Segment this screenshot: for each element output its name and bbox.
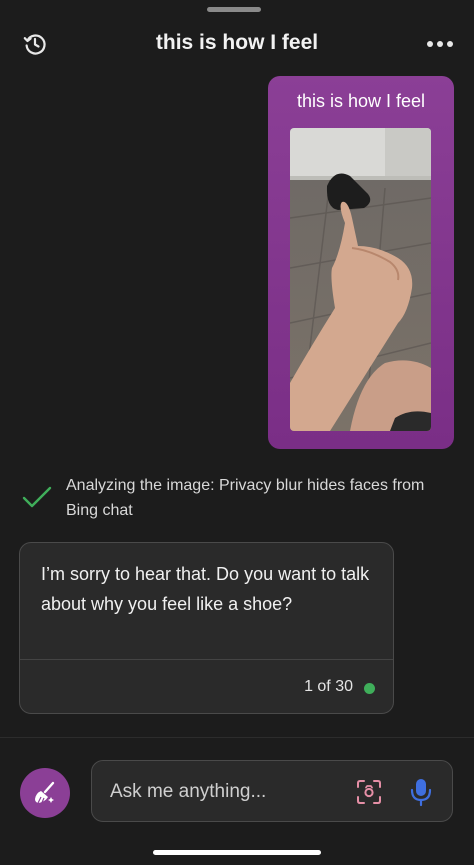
new-topic-button[interactable] [20, 768, 70, 818]
turn-counter: 1 of 30 [304, 678, 353, 695]
card-divider [20, 659, 393, 660]
analysis-text: Analyzing the image: Privacy blur hides … [66, 477, 425, 519]
chat-header: this is how I feel [0, 18, 474, 70]
chat-input-box[interactable] [91, 760, 453, 823]
bot-message-card: I’m sorry to hear that. Do you want to t… [19, 542, 394, 714]
composer-divider [0, 737, 474, 738]
attached-photo[interactable] [290, 128, 431, 431]
user-message-text: this is how I feel [296, 91, 426, 111]
photo-hand-pointing-at-shoe [290, 128, 431, 431]
visual-search-icon [357, 780, 381, 804]
microphone-button[interactable] [409, 777, 433, 807]
bot-message-text: I’m sorry to hear that. Do you want to t… [41, 564, 370, 614]
image-analysis-status: Analyzing the image: Privacy blur hides … [22, 473, 452, 525]
sheet-grabber[interactable] [207, 7, 261, 12]
home-indicator[interactable] [153, 850, 321, 855]
chat-input[interactable] [108, 761, 342, 823]
visual-search-button[interactable] [355, 778, 383, 806]
microphone-icon [410, 779, 432, 807]
more-horizontal-icon [427, 41, 453, 47]
user-message-bubble: this is how I feel [268, 76, 454, 449]
page-title: this is how I feel [155, 31, 319, 54]
status-dot-icon [364, 683, 375, 694]
checkmark-icon [22, 486, 52, 508]
broom-icon [35, 781, 55, 804]
more-options-button[interactable] [424, 32, 456, 56]
